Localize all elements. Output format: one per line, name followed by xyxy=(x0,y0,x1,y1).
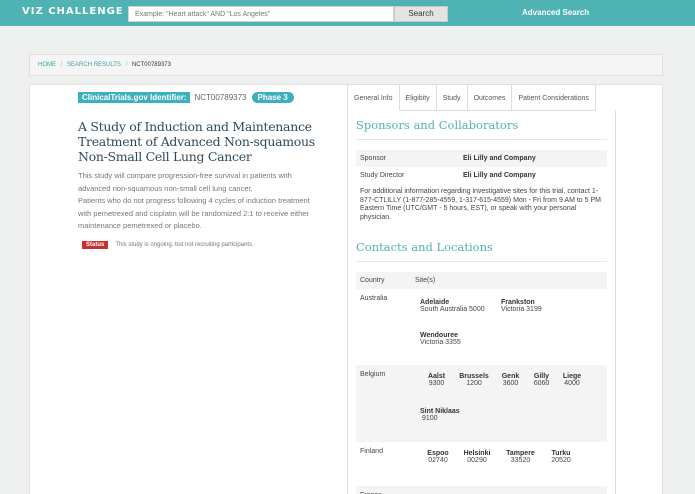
site-city: Sint Niklaas xyxy=(420,407,460,415)
site-city: Liege xyxy=(562,373,582,380)
study-director-label: Study Director xyxy=(360,172,405,179)
site-city: Aalst xyxy=(427,373,446,380)
country-row: France xyxy=(356,486,607,494)
contact-note: For additional information regarding inv… xyxy=(360,188,601,221)
site-city: Helsinki xyxy=(463,450,491,457)
site-city: Brussels xyxy=(459,373,489,380)
site-item: Liege 4000 xyxy=(557,373,587,396)
site-city: Gilly xyxy=(533,373,550,380)
identifier-label: ClinicalTrials.gov Identifier: xyxy=(78,91,191,103)
site-postcode: 9300 xyxy=(428,380,445,387)
breadcrumb-separator: / xyxy=(60,62,63,68)
sponsor-value: Eli Lilly and Company xyxy=(463,155,536,162)
country-name: Belgium xyxy=(360,371,386,378)
sponsor-label: Sponsor xyxy=(360,155,387,162)
study-summary: This study will compare progression-free… xyxy=(78,171,292,193)
site-item: Adelaide South Australia 5000 xyxy=(420,299,501,320)
site-item: Frankston Victoria 3199 xyxy=(501,299,601,320)
site-postcode: 3600 xyxy=(502,380,519,387)
site-postcode: 00290 xyxy=(467,457,487,464)
site-postcode: 33520 xyxy=(510,457,531,464)
site-postcode: 02740 xyxy=(428,457,448,464)
search-button[interactable]: Search xyxy=(394,6,448,22)
study-title: A Study of Induction and Maintenance Tre… xyxy=(78,119,315,164)
tab-outcomes[interactable]: Outcomes xyxy=(467,84,513,111)
breadcrumb-search-results[interactable]: SEARCH RESULTS xyxy=(67,62,121,68)
breadcrumb: HOME / SEARCH RESULTS / NCT00789373 xyxy=(29,54,663,76)
tab-eligibity[interactable]: Eligibity xyxy=(399,84,437,111)
general-info-pane: Sponsors and Collaborators Sponsor Eli L… xyxy=(347,110,616,494)
detail-tabs: General Info Eligibity Study Outcomes Pa… xyxy=(347,84,596,111)
site-postcode: 20520 xyxy=(551,457,571,464)
country-row: Finland Espoo 02740 Helsinki 00290 Tampe… xyxy=(356,442,607,486)
site-postcode: 6060 xyxy=(533,380,550,387)
breadcrumb-home[interactable]: HOME xyxy=(38,62,56,68)
site-list: Adelaide South Australia 5000 Frankston … xyxy=(420,289,607,365)
status-text: This study is ongoing, but not recruitin… xyxy=(115,241,254,248)
top-nav-bar: VIZ CHALLENGE Search Advanced Search xyxy=(0,0,695,26)
site-city: Tampere xyxy=(506,450,535,457)
country-name: Australia xyxy=(360,295,388,302)
country-row: Australia Adelaide South Australia 5000 … xyxy=(356,289,607,365)
breadcrumb-separator: / xyxy=(125,62,128,68)
study-director-value: Eli Lilly and Company xyxy=(463,172,536,179)
site-item: Genk 3600 xyxy=(495,373,526,396)
site-postcode: 9100 xyxy=(422,414,438,422)
tab-study[interactable]: Study xyxy=(436,84,468,111)
locations-header-row: Country Site(s) xyxy=(356,272,607,289)
status-row: Status This study is ongoing, but not re… xyxy=(78,240,323,249)
identifier-value: NCT00789373 xyxy=(194,92,247,102)
contacts-heading: Contacts and Locations xyxy=(356,240,607,262)
country-row: Belgium Aalst 9300 Brussels 1200 Genk 36… xyxy=(356,365,607,442)
study-overview: ClinicalTrials.gov Identifier: NCT007893… xyxy=(78,91,323,249)
site-item: Tampere 33520 xyxy=(498,450,543,474)
site-item: Helsinki 00290 xyxy=(456,450,498,474)
brand-logo[interactable]: VIZ CHALLENGE xyxy=(22,6,124,17)
site-item: Turku 20520 xyxy=(543,450,579,474)
study-director-row: Study Director Eli Lilly and Company xyxy=(356,167,607,184)
country-name: Finland xyxy=(360,448,383,455)
site-city: Wendouree xyxy=(420,332,458,339)
advanced-search-link[interactable]: Advanced Search xyxy=(522,8,589,17)
site-postcode: Victoria 3199 xyxy=(501,306,542,313)
search-input[interactable] xyxy=(128,6,394,22)
sites-column-header: Site(s) xyxy=(415,277,436,284)
site-item: Wendouree Victoria 3355 xyxy=(420,332,520,353)
site-postcode: Victoria 3355 xyxy=(420,339,461,346)
site-item: Aalst 9300 xyxy=(420,373,453,396)
country-name: France xyxy=(360,486,420,494)
site-city: Adelaide xyxy=(420,299,450,306)
site-item: Sint Niklaas 9100 xyxy=(420,408,470,431)
site-list: Espoo 02740 Helsinki 00290 Tampere 33520… xyxy=(420,442,607,486)
phase-badge: Phase 3 xyxy=(251,91,294,103)
site-city: Espoo xyxy=(427,450,449,457)
site-city: Genk xyxy=(501,373,520,380)
tab-patient-considerations[interactable]: Patient Considerations xyxy=(512,84,596,111)
study-detail: Patients who do not progress following 4… xyxy=(78,196,310,230)
identifier-row: ClinicalTrials.gov Identifier: NCT007893… xyxy=(78,91,323,103)
site-item: Gilly 6060 xyxy=(526,373,557,396)
site-city: Frankston xyxy=(501,299,535,306)
status-badge: Status xyxy=(82,240,109,249)
site-list: Aalst 9300 Brussels 1200 Genk 3600 Gilly… xyxy=(420,365,607,442)
country-column-header: Country xyxy=(360,277,385,284)
sponsors-heading: Sponsors and Collaborators xyxy=(356,118,607,140)
sponsor-row: Sponsor Eli Lilly and Company xyxy=(356,150,607,167)
site-postcode: South Australia 5000 xyxy=(420,306,485,313)
site-item: Brussels 1200 xyxy=(453,373,495,396)
site-postcode: 1200 xyxy=(466,380,482,387)
site-city: Turku xyxy=(551,450,571,457)
site-postcode: 4000 xyxy=(564,380,580,387)
tab-general-info[interactable]: General Info xyxy=(347,84,400,111)
site-item: Espoo 02740 xyxy=(420,450,456,474)
breadcrumb-current: NCT00789373 xyxy=(131,62,171,68)
